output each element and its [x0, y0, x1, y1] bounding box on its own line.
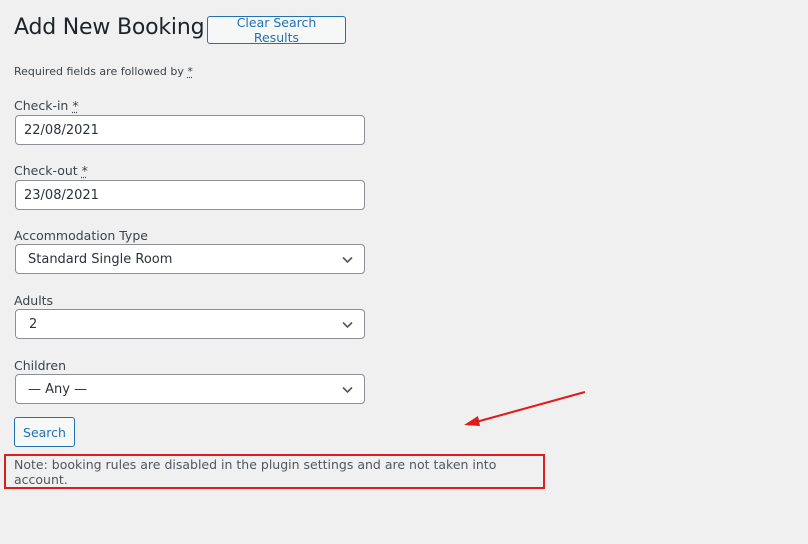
checkin-value: 22/08/2021 [24, 122, 99, 138]
checkout-value: 23/08/2021 [24, 187, 99, 203]
adults-value: 2 [29, 316, 38, 332]
notice-text: Note: booking rules are disabled in the … [14, 456, 497, 487]
adults-label: Adults [14, 293, 54, 308]
page-title: Add New Booking [14, 15, 205, 40]
checkout-label-text: Check-out [14, 163, 78, 178]
children-value: — Any — [28, 381, 88, 397]
booking-rules-notice: Note: booking rules are disabled in the … [4, 454, 545, 489]
required-fields-note: Required fields are followed by * [14, 65, 193, 78]
checkout-input[interactable]: 23/08/2021 [15, 180, 365, 210]
chevron-down-icon [342, 386, 353, 394]
accommodation-type-select[interactable]: Standard Single Room [15, 244, 365, 274]
search-button[interactable]: Search [14, 417, 75, 447]
chevron-down-icon [342, 321, 353, 329]
children-select[interactable]: — Any — [15, 374, 365, 404]
arrow-head [464, 416, 480, 426]
accommodation-type-label: Accommodation Type [14, 228, 148, 243]
required-marker: * [72, 98, 79, 113]
accommodation-type-value: Standard Single Room [28, 251, 173, 267]
checkin-input[interactable]: 22/08/2021 [15, 115, 365, 145]
clear-search-results-button[interactable]: Clear Search Results [207, 15, 346, 45]
checkin-label-text: Check-in [14, 98, 69, 113]
required-note-text: Required fields are followed by [14, 65, 184, 78]
checkin-label: Check-in * [14, 98, 79, 113]
required-marker: * [187, 65, 193, 78]
required-marker: * [81, 163, 88, 178]
chevron-down-icon [342, 256, 353, 264]
checkout-label: Check-out * [14, 163, 88, 178]
children-label: Children [14, 358, 67, 373]
adults-select[interactable]: 2 [15, 309, 365, 339]
arrow-shaft [475, 391, 586, 423]
